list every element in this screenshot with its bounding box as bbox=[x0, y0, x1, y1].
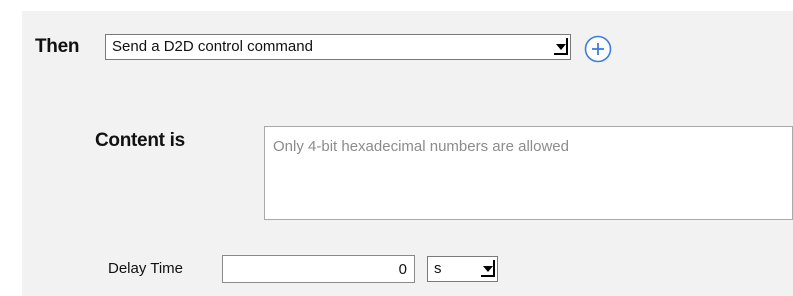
plus-circle-icon[interactable] bbox=[584, 35, 612, 63]
then-label: Then bbox=[35, 36, 80, 57]
content-hex-field[interactable] bbox=[264, 126, 793, 220]
chevron-down-icon[interactable] bbox=[553, 38, 568, 56]
action-type-select-value: Send a D2D control command bbox=[112, 38, 313, 55]
content-label: Content is bbox=[95, 130, 185, 151]
page: Then Send a D2D control command Content … bbox=[0, 0, 793, 296]
delay-unit-select-value: s bbox=[434, 260, 442, 277]
delay-unit-select[interactable]: s bbox=[427, 256, 498, 282]
delay-time-label: Delay Time bbox=[108, 260, 184, 277]
delay-time-input[interactable] bbox=[222, 255, 415, 283]
action-type-select[interactable]: Send a D2D control command bbox=[105, 34, 571, 60]
chevron-down-icon[interactable] bbox=[480, 260, 495, 278]
